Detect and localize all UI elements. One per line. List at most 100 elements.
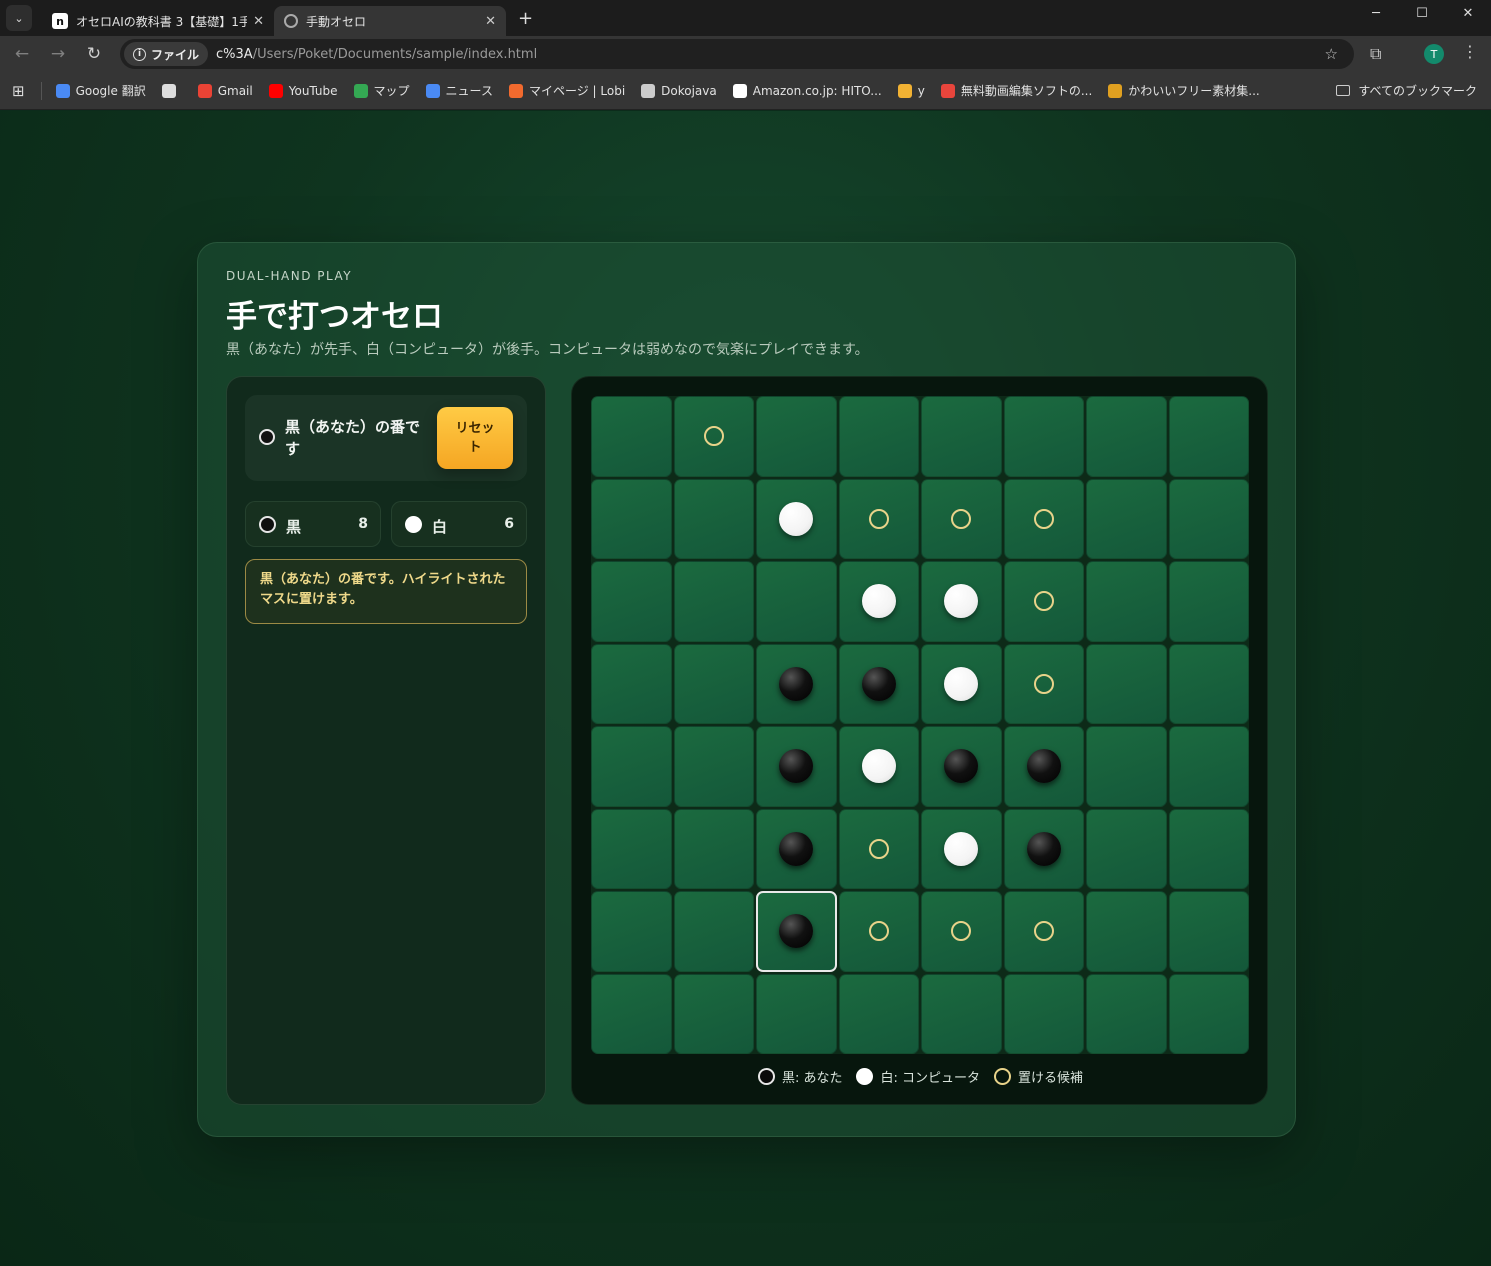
othello-card: DUAL-HAND PLAY 手で打つオセロ 黒（あなた）が先手、白（コンピュー… — [197, 242, 1296, 1137]
address-bar[interactable]: i ファイル c%3A/Users/Poket/Documents/sample… — [120, 39, 1354, 69]
board-cell-r6c0[interactable] — [591, 891, 672, 972]
board-cell-r4c5[interactable] — [1003, 726, 1084, 807]
board-cell-r7c2[interactable] — [756, 973, 837, 1054]
board-cell-r0c7[interactable] — [1168, 396, 1249, 477]
bookmark-item[interactable]: Amazon.co.jp: HITO... — [732, 83, 882, 98]
board-cell-r1c6[interactable] — [1086, 478, 1167, 559]
board-cell-r6c4[interactable] — [921, 891, 1002, 972]
url-text[interactable]: c%3A/Users/Poket/Documents/sample/index.… — [216, 47, 537, 62]
more-menu-icon[interactable]: ⋮ — [1462, 42, 1478, 61]
board-cell-r1c1[interactable] — [673, 478, 754, 559]
bookmark-item[interactable]: ニュース — [425, 82, 493, 99]
board-cell-r3c5[interactable] — [1003, 643, 1084, 724]
board-cell-r2c7[interactable] — [1168, 561, 1249, 642]
board-cell-r0c1[interactable] — [673, 396, 754, 477]
board-cell-r1c0[interactable] — [591, 478, 672, 559]
tab-othello-textbook[interactable]: n オセロAIの教科書 3【基礎】1手読 ✕ — [42, 6, 274, 36]
maximize-icon[interactable]: ☐ — [1399, 0, 1445, 26]
board-cell-r0c0[interactable] — [591, 396, 672, 477]
board-cell-r0c3[interactable] — [838, 396, 919, 477]
board-cell-r5c6[interactable] — [1086, 808, 1167, 889]
profile-avatar[interactable]: T — [1424, 44, 1444, 64]
board-cell-r2c2[interactable] — [756, 561, 837, 642]
board-cell-r7c7[interactable] — [1168, 973, 1249, 1054]
board-cell-r1c5[interactable] — [1003, 478, 1084, 559]
board-cell-r5c5[interactable] — [1003, 808, 1084, 889]
board-cell-r1c2[interactable] — [756, 478, 837, 559]
minimize-icon[interactable]: ─ — [1353, 0, 1399, 26]
reset-button[interactable]: リセット — [437, 407, 513, 469]
board-cell-r4c2[interactable] — [756, 726, 837, 807]
board-cell-r2c3[interactable] — [838, 561, 919, 642]
tab-manual-othello[interactable]: 手動オセロ ✕ — [274, 6, 506, 36]
board-cell-r5c2[interactable] — [756, 808, 837, 889]
board-cell-r2c4[interactable] — [921, 561, 1002, 642]
board-cell-r6c3[interactable] — [838, 891, 919, 972]
back-arrow-icon[interactable]: ← — [4, 44, 40, 64]
bookmark-item[interactable]: Google 翻訳 — [55, 82, 146, 99]
board-cell-r7c5[interactable] — [1003, 973, 1084, 1054]
black-score-label: 黒 — [286, 518, 302, 536]
board-cell-r7c6[interactable] — [1086, 973, 1167, 1054]
bookmark-item[interactable]: Dokojava — [641, 83, 717, 98]
board-cell-r1c4[interactable] — [921, 478, 1002, 559]
bookmark-item[interactable] — [161, 83, 182, 98]
close-window-icon[interactable]: ✕ — [1445, 0, 1491, 26]
new-tab-plus-icon[interactable]: + — [518, 8, 533, 29]
tab-search-chevron-icon[interactable]: ⌄ — [6, 5, 32, 31]
bookmark-item[interactable]: 無料動画編集ソフトの... — [940, 82, 1092, 99]
board-cell-r3c1[interactable] — [673, 643, 754, 724]
board-cell-r0c2[interactable] — [756, 396, 837, 477]
board-cell-r2c0[interactable] — [591, 561, 672, 642]
board-cell-r4c1[interactable] — [673, 726, 754, 807]
board-cell-r4c0[interactable] — [591, 726, 672, 807]
board-cell-r5c3[interactable] — [838, 808, 919, 889]
reload-icon[interactable]: ↻ — [76, 44, 112, 64]
bookmark-item[interactable]: かわいいフリー素材集... — [1108, 82, 1260, 99]
board-cell-r5c0[interactable] — [591, 808, 672, 889]
board-cell-r7c4[interactable] — [921, 973, 1002, 1054]
board-cell-r6c5[interactable] — [1003, 891, 1084, 972]
board-cell-r6c7[interactable] — [1168, 891, 1249, 972]
bookmark-star-icon[interactable]: ☆ — [1325, 45, 1338, 63]
bookmark-item[interactable]: マイページ | Lobi — [508, 82, 625, 99]
bookmark-item[interactable]: マップ — [353, 82, 410, 99]
board-cell-r3c7[interactable] — [1168, 643, 1249, 724]
extensions-puzzle-icon[interactable]: ⧉ — [1370, 44, 1381, 64]
board-cell-r7c0[interactable] — [591, 973, 672, 1054]
board-cell-r7c1[interactable] — [673, 973, 754, 1054]
board-cell-r4c4[interactable] — [921, 726, 1002, 807]
board-cell-r0c4[interactable] — [921, 396, 1002, 477]
board-cell-r5c7[interactable] — [1168, 808, 1249, 889]
close-tab-icon[interactable]: ✕ — [253, 14, 264, 29]
board-cell-r3c6[interactable] — [1086, 643, 1167, 724]
board-cell-r4c6[interactable] — [1086, 726, 1167, 807]
board-cell-r0c6[interactable] — [1086, 396, 1167, 477]
board-cell-r2c1[interactable] — [673, 561, 754, 642]
board-cell-r7c3[interactable] — [838, 973, 919, 1054]
site-info-chip[interactable]: i ファイル — [124, 42, 209, 66]
board-cell-r6c2[interactable] — [756, 891, 837, 972]
all-bookmarks-button[interactable]: すべてのブックマーク — [1336, 82, 1477, 99]
board-cell-r2c6[interactable] — [1086, 561, 1167, 642]
board-cell-r4c3[interactable] — [838, 726, 919, 807]
board-cell-r5c4[interactable] — [921, 808, 1002, 889]
board-cell-r4c7[interactable] — [1168, 726, 1249, 807]
board-cell-r1c3[interactable] — [838, 478, 919, 559]
board-cell-r5c1[interactable] — [673, 808, 754, 889]
forward-arrow-icon[interactable]: → — [40, 44, 76, 64]
board-cell-r2c5[interactable] — [1003, 561, 1084, 642]
board-cell-r6c6[interactable] — [1086, 891, 1167, 972]
board-cell-r3c4[interactable] — [921, 643, 1002, 724]
board-cell-r3c0[interactable] — [591, 643, 672, 724]
board-cell-r1c7[interactable] — [1168, 478, 1249, 559]
board-cell-r3c2[interactable] — [756, 643, 837, 724]
close-tab-icon[interactable]: ✕ — [485, 14, 496, 29]
bookmark-item[interactable]: YouTube — [268, 83, 338, 98]
apps-grid-icon[interactable]: ⊞ — [12, 82, 25, 100]
bookmark-item[interactable]: Gmail — [197, 83, 253, 98]
board-cell-r6c1[interactable] — [673, 891, 754, 972]
bookmark-item[interactable]: y — [897, 83, 925, 98]
board-cell-r0c5[interactable] — [1003, 396, 1084, 477]
board-cell-r3c3[interactable] — [838, 643, 919, 724]
